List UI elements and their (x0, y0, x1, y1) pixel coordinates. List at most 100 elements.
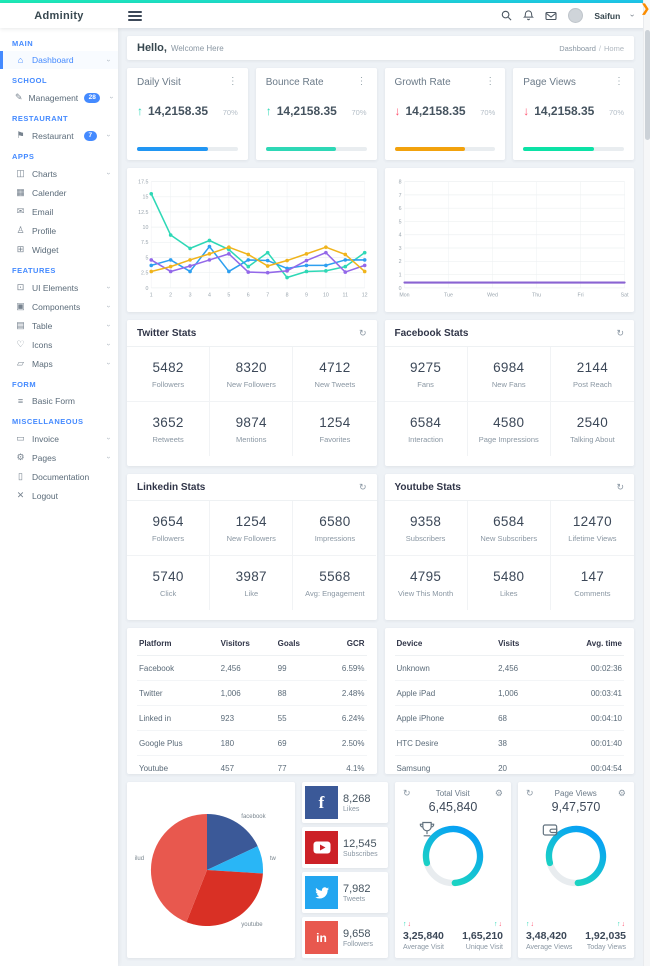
gauge-stat-left: ↑↓ 3,48,420 Average Views (526, 921, 572, 951)
svg-text:5: 5 (227, 292, 230, 298)
table-cell: Apple iPhone (394, 705, 497, 731)
sidebar-item-calender[interactable]: ▦ Calender (0, 183, 118, 202)
greeting-welcome: Welcome Here (170, 44, 224, 53)
social-card-twitter[interactable]: 7,982 Tweets (302, 872, 388, 913)
refresh-icon[interactable]: ↻ (616, 483, 624, 492)
hamburger-menu-icon[interactable] (128, 10, 142, 21)
sidebar-item-documentation[interactable]: ▯ Documentation (0, 467, 118, 486)
sidebar-item-maps[interactable]: ▱ Maps › (0, 354, 118, 373)
sidebar-item-management[interactable]: ✎ Management 28 › (0, 88, 118, 107)
sidebar-item-invoice[interactable]: ▭ Invoice › (0, 429, 118, 448)
mail-icon[interactable] (545, 11, 557, 21)
updown-arrows-icon: ↑↓ (494, 921, 503, 928)
sidebar-item-restaurant[interactable]: ⚑ Restaurant 7 › (0, 126, 118, 145)
svg-text:Sat: Sat (620, 292, 628, 298)
table-cell: 2,456 (496, 655, 546, 681)
sidebar-item-charts[interactable]: ◫ Charts › (0, 164, 118, 183)
stat-card-percent: 70% (480, 108, 496, 117)
kebab-menu-icon[interactable]: ⋮ (357, 77, 367, 87)
social-count: 7,982 (343, 882, 371, 895)
sidebar-item-pages[interactable]: ⚙ Pages › (0, 448, 118, 467)
sidebar-section-label: RESTAURANT (12, 114, 69, 123)
progress-track (523, 147, 624, 151)
sidebar-item-components[interactable]: ▣ Components › (0, 297, 118, 316)
refresh-icon[interactable]: ↻ (359, 483, 367, 492)
youtube-square (305, 831, 338, 864)
sidebar-item-table[interactable]: ▤ Table › (0, 316, 118, 335)
sidebar-item-profile[interactable]: ♙ Profile (0, 221, 118, 240)
stat-cell-value: 2144 (576, 360, 609, 375)
sidebar-item-widget[interactable]: ⊞ Widget (0, 240, 118, 259)
social-card-facebook[interactable]: f 8,268 Likes (302, 782, 388, 823)
stat-cell-label: Page Impressions (478, 435, 539, 444)
refresh-icon[interactable]: ↻ (616, 329, 624, 338)
sidebar-item-label: Documentation (32, 471, 90, 482)
map-icon: ▱ (17, 358, 24, 368)
sidebar-item-ui-elements[interactable]: ⊡ UI Elements › (0, 278, 118, 297)
table-cell: Google Plus (137, 730, 219, 756)
progress-track (137, 147, 238, 151)
stat-cell: 6584 New Subscribers (467, 501, 551, 556)
sidebar-item-icons[interactable]: ♡ Icons › (0, 335, 118, 354)
sidebar-item-email[interactable]: ✉ Email (0, 202, 118, 221)
stat-cell-value: 3987 (235, 569, 267, 584)
social-count: 12,545 (343, 837, 377, 850)
social-card-youtube[interactable]: 12,545 Subscribes (302, 827, 388, 868)
kebab-menu-icon[interactable]: ⋮ (614, 77, 624, 87)
gear-icon[interactable]: ⚙ (618, 789, 626, 798)
refresh-icon[interactable]: ↻ (526, 789, 534, 798)
sidebar-item-dashboard[interactable]: ⌂ Dashboard › (0, 51, 118, 69)
stat-cell-label: Mentions (236, 435, 267, 444)
sidebar-item-label: Email (32, 206, 54, 217)
social-count: 8,268 (343, 792, 371, 805)
refresh-icon[interactable]: ↻ (359, 329, 367, 338)
stat-cell: 9874 Mentions (210, 402, 294, 456)
customizer-toggle-icon[interactable]: ❯ (641, 2, 650, 15)
pie-label: youtube (241, 922, 263, 928)
avatar[interactable] (568, 8, 584, 23)
gauge-stat-value: 1,65,210 (462, 930, 503, 942)
refresh-icon[interactable]: ↻ (403, 789, 411, 798)
scrollbar[interactable] (643, 0, 650, 966)
app-header: Adminity Saifun › (0, 3, 650, 28)
greeting-hello: Hello, (137, 42, 167, 54)
stat-cell: 5480 Likes (468, 556, 551, 610)
chevron-down-icon[interactable]: › (628, 14, 637, 17)
table-row: Facebook 2,456 99 6.59% (137, 655, 367, 681)
gear-icon[interactable]: ⚙ (495, 789, 503, 798)
bell-icon[interactable] (523, 10, 535, 21)
stat-cell-value: 147 (580, 569, 605, 584)
stat-card-title: Bounce Rate (265, 77, 324, 88)
arrow-down-icon: ↓ (621, 921, 626, 928)
svg-text:3: 3 (398, 246, 401, 252)
widget-icon: ⊞ (16, 244, 25, 254)
table-row: Samsung 20 00:04:54 (395, 756, 625, 781)
arrow-down-icon: ↓ (530, 921, 535, 928)
home-icon: ⌂ (17, 55, 24, 65)
kebab-menu-icon[interactable]: ⋮ (485, 77, 495, 87)
updown-arrows-icon: ↑↓ (403, 921, 444, 928)
stat-cell-value: 5482 (152, 360, 184, 375)
sidebar-item-label: UI Elements (32, 282, 79, 293)
page-views-card: ↻ Page Views ⚙ 9,47,570 ↑↓ 3,48,420 Average Vi… (518, 782, 634, 958)
gauge-stat-label: Today Views (586, 944, 626, 951)
chevron-down-icon: › (104, 343, 112, 346)
table-row: Apple iPhone 68 00:04:10 (394, 705, 624, 731)
panel-title: Twitter Stats (137, 328, 197, 339)
social-card-linkedin[interactable]: in 9,658 Followers (302, 917, 388, 958)
stat-cell: 3987 Like (210, 556, 294, 610)
sidebar-item-label: Components (32, 301, 81, 312)
stat-cell-label: Retweets (152, 435, 184, 444)
sidebar-item-basic-form[interactable]: ≡ Basic Form (0, 392, 118, 410)
search-icon[interactable] (501, 10, 512, 21)
count-badge: 28 (84, 92, 101, 103)
stat-card-value: 14,2158.35 (276, 104, 337, 118)
user-name[interactable]: Saifun (594, 11, 620, 21)
kebab-menu-icon[interactable]: ⋮ (228, 77, 238, 87)
scrollbar-thumb[interactable] (645, 30, 650, 140)
breadcrumb-item[interactable]: Dashboard (559, 44, 596, 53)
stat-cell-label: Like (244, 589, 259, 598)
sidebar-item-logout[interactable]: ✕ Logout (0, 486, 118, 505)
stat-cell: 5482 Followers (127, 347, 211, 402)
social-count: 9,658 (343, 927, 371, 940)
